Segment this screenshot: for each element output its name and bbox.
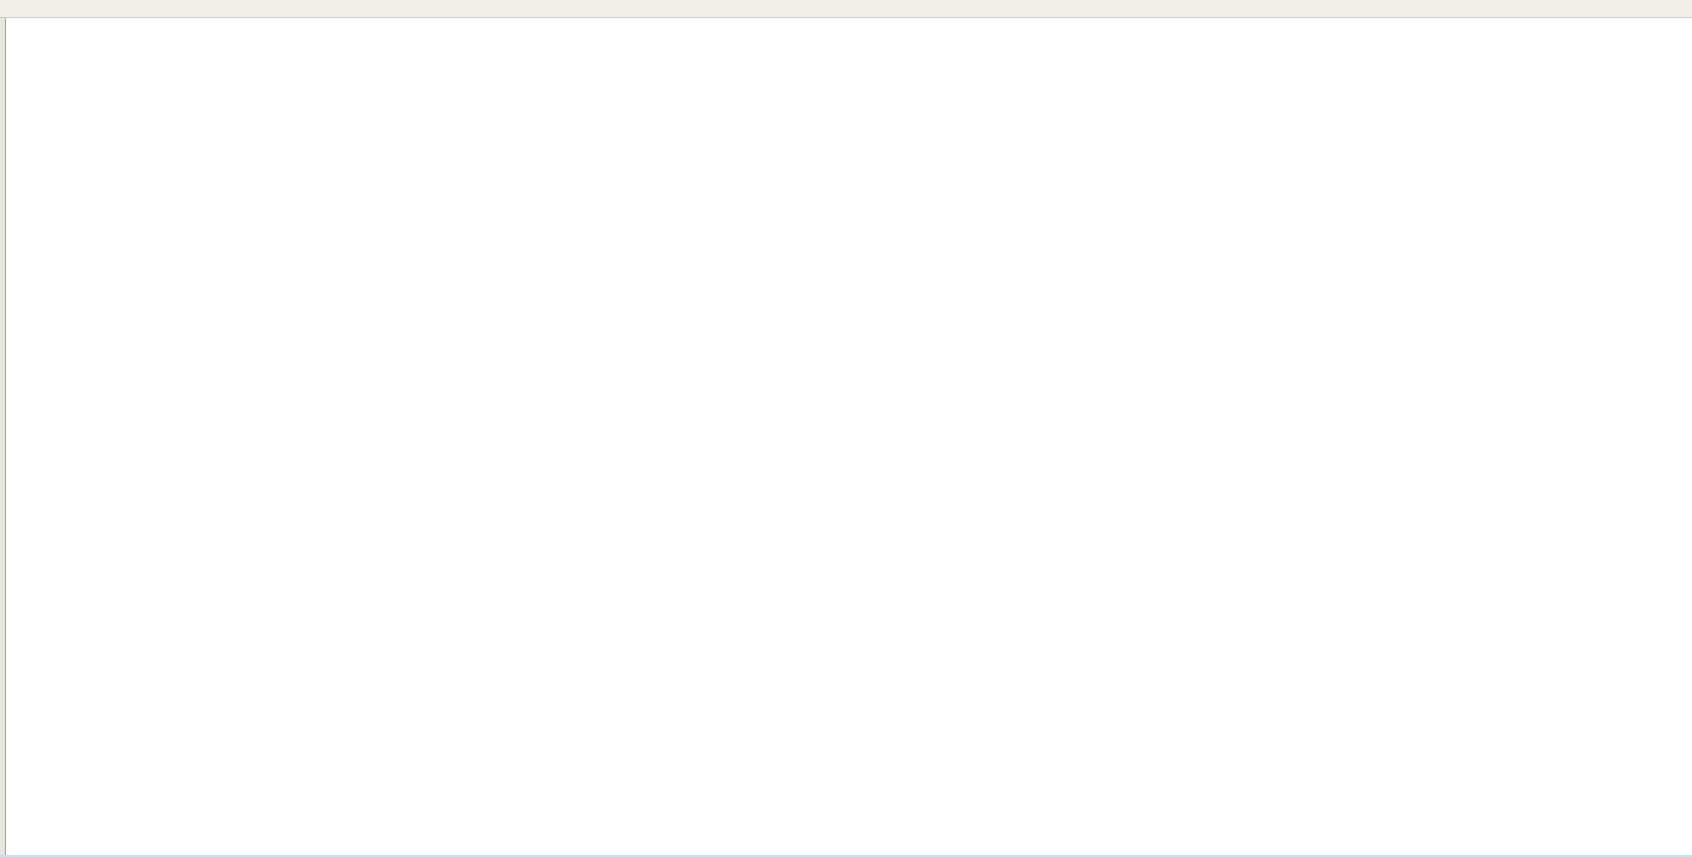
spacer bbox=[26, 38, 33, 52]
toolbar bbox=[0, 0, 1692, 18]
chart-title bbox=[9, 24, 33, 66]
trading-terminal bbox=[0, 0, 1692, 857]
chart-canvas[interactable] bbox=[0, 0, 1692, 857]
window-left-edge bbox=[0, 18, 6, 857]
